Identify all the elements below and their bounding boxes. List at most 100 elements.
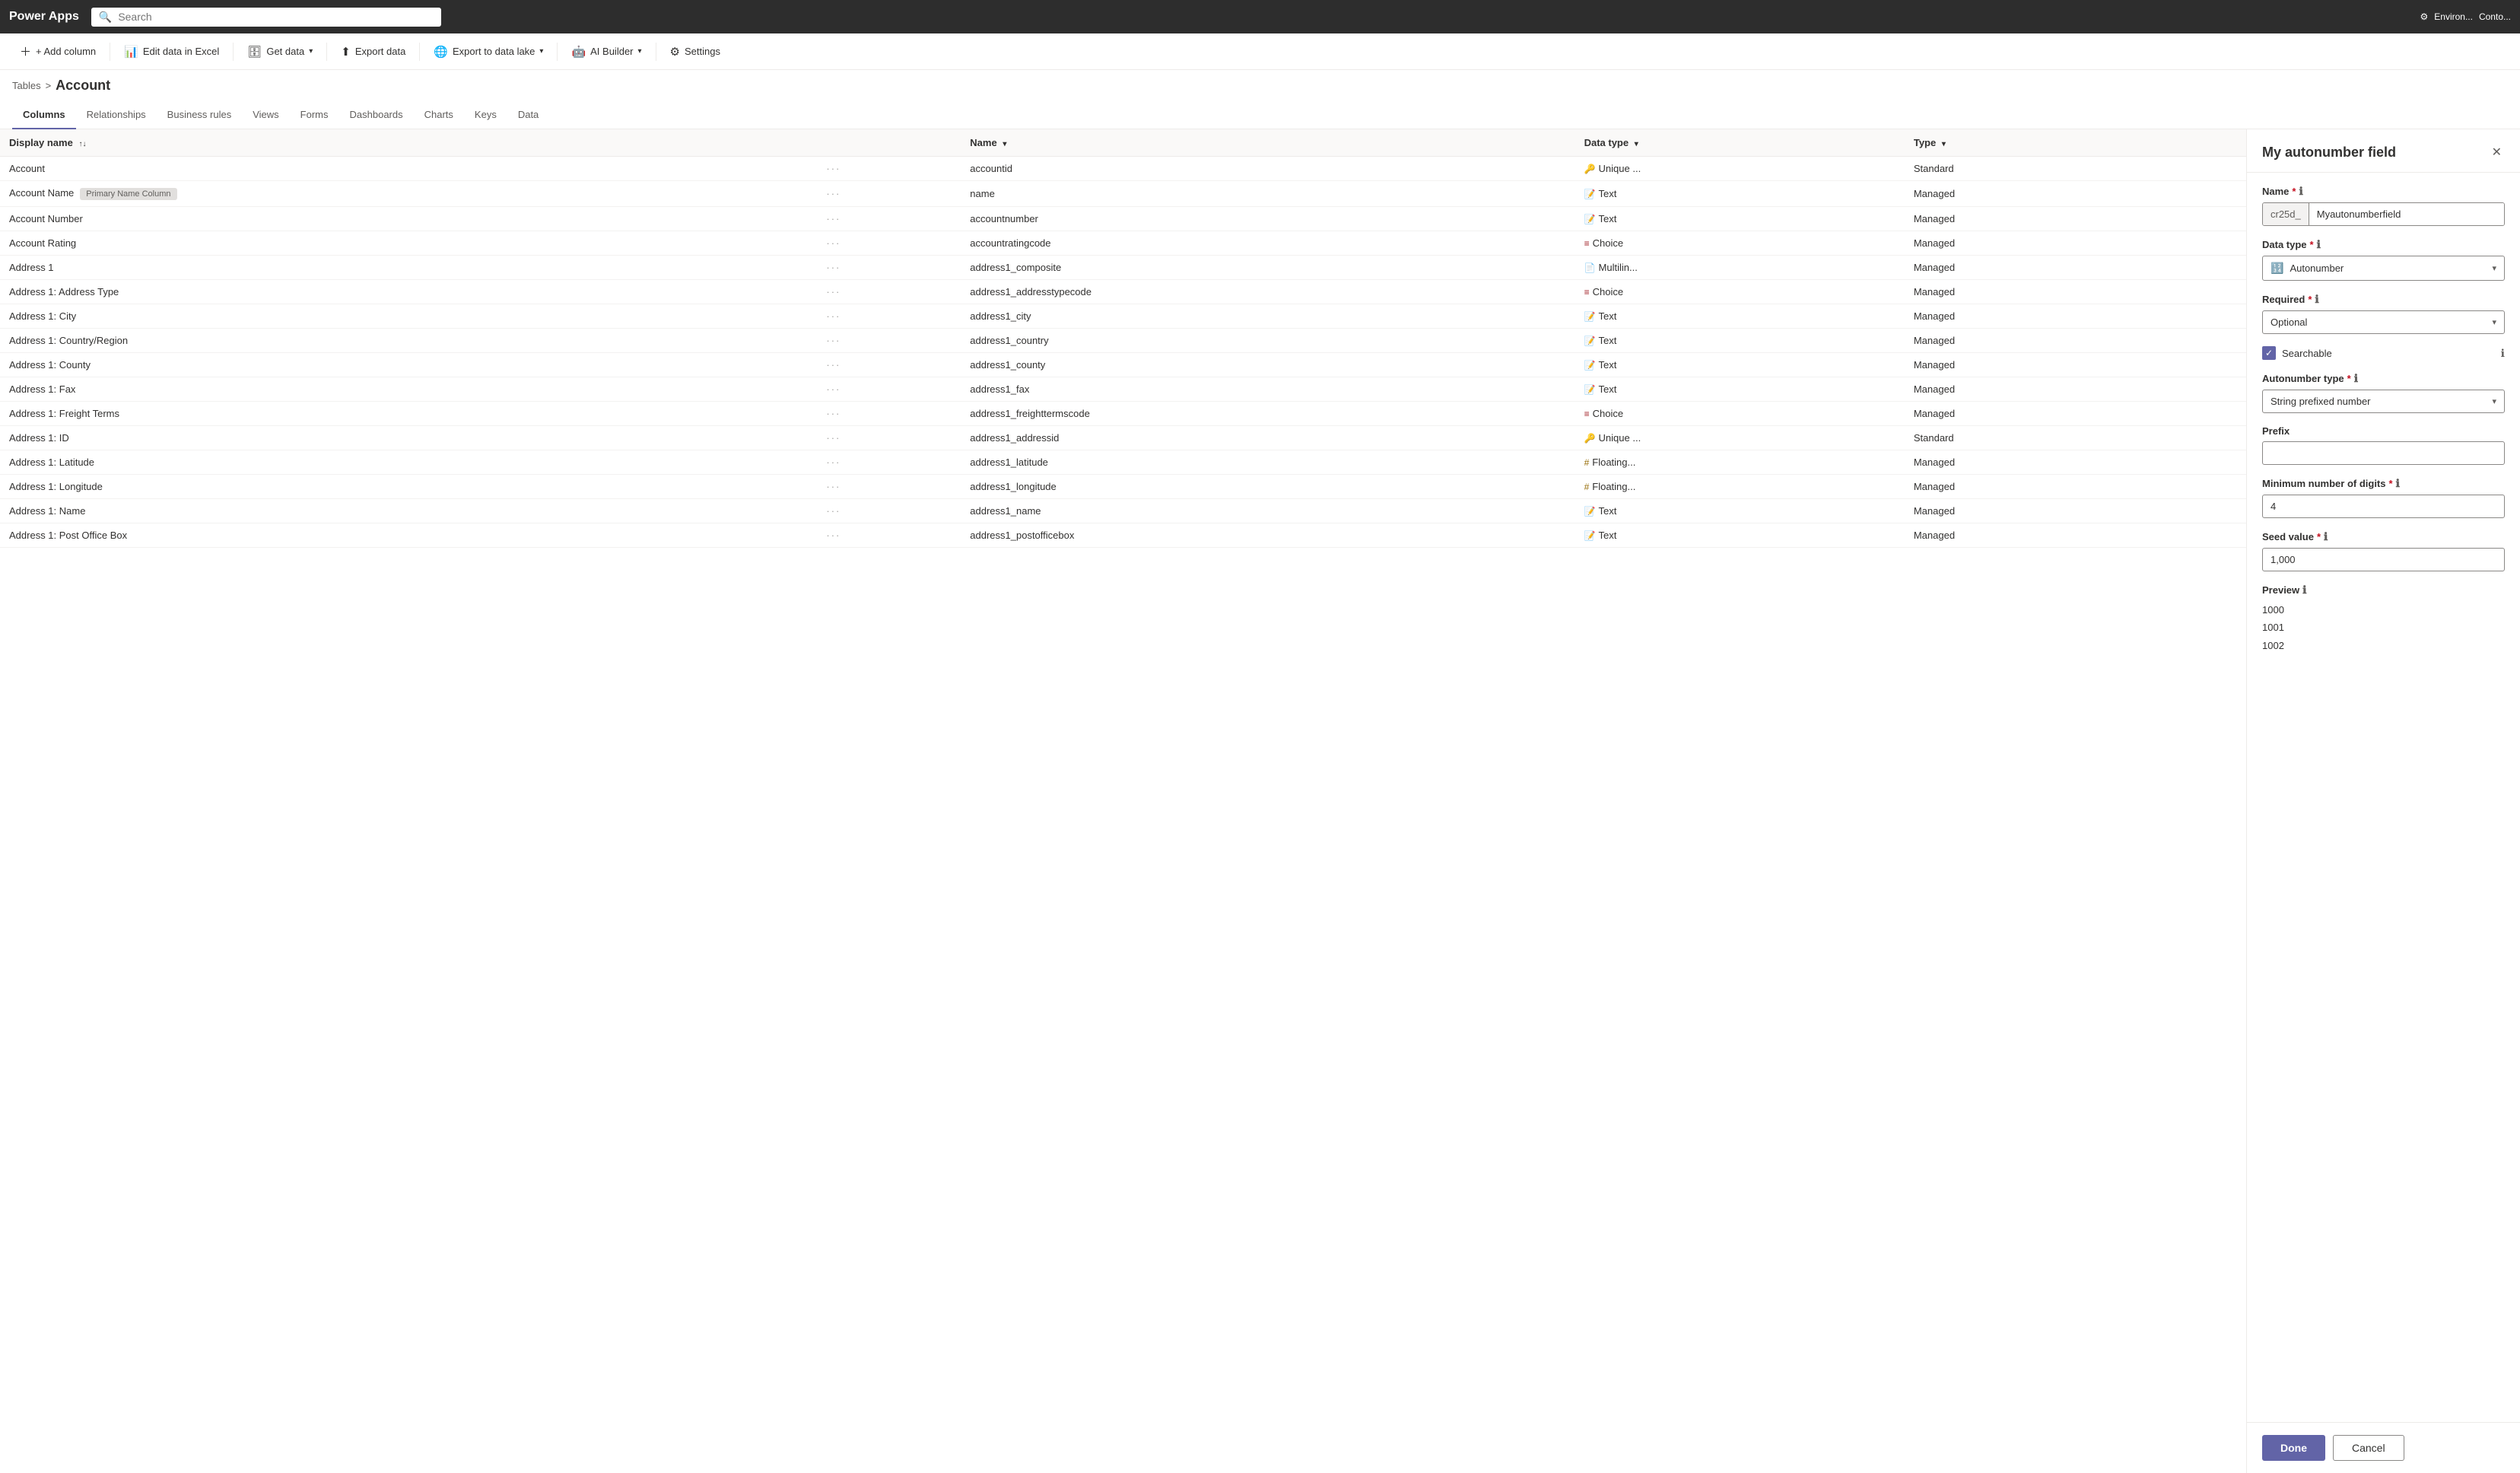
preview-info-icon[interactable]: ℹ: [2302, 584, 2306, 597]
table-row[interactable]: Address 1: Country/Region···address1_cou…: [0, 329, 2246, 353]
cell-type: Managed: [1905, 231, 2166, 256]
ai-chevron-icon: ▾: [638, 47, 642, 56]
table-row[interactable]: Address 1: Post Office Box···address1_po…: [0, 523, 2246, 548]
col-header-display-name[interactable]: Display name ↑↓: [0, 129, 817, 157]
cancel-button[interactable]: Cancel: [2333, 1435, 2404, 1461]
searchable-checkbox[interactable]: ✓: [2262, 346, 2276, 360]
preview-value-item: 1000: [2262, 601, 2505, 619]
tab-keys[interactable]: Keys: [464, 101, 507, 129]
cell-actions[interactable]: ···: [817, 426, 961, 450]
cell-display-name: Address 1: ID: [0, 426, 817, 450]
cell-actions[interactable]: ···: [817, 207, 961, 231]
autonumber-type-info-icon[interactable]: ℹ: [2354, 372, 2358, 385]
col-header-data-type[interactable]: Data type ▾: [1575, 129, 1905, 157]
required-info-icon[interactable]: ℹ: [2315, 293, 2318, 306]
cell-actions[interactable]: ···: [817, 304, 961, 329]
breadcrumb-tables-link[interactable]: Tables: [12, 80, 41, 91]
cell-extra: [2166, 499, 2246, 523]
toolbar: ＋ + Add column 📊 Edit data in Excel 🗄 Ge…: [0, 33, 2520, 70]
cell-actions[interactable]: ···: [817, 353, 961, 377]
search-input[interactable]: [118, 11, 434, 23]
export-data-button[interactable]: ⬆ Export data: [333, 40, 413, 63]
type-sort-icon: ▾: [1942, 140, 1946, 148]
cell-actions[interactable]: ···: [817, 450, 961, 475]
cell-display-name: Address 1: Name: [0, 499, 817, 523]
table-row[interactable]: Address 1: Latitude···address1_latitude#…: [0, 450, 2246, 475]
table-row[interactable]: Address 1: Fax···address1_fax📝TextManage…: [0, 377, 2246, 402]
edit-excel-button[interactable]: 📊 Edit data in Excel: [116, 40, 227, 63]
name-input[interactable]: [2309, 203, 2504, 225]
cell-actions[interactable]: ···: [817, 157, 961, 181]
prefix-input[interactable]: [2262, 441, 2505, 465]
cell-extra: [2166, 475, 2246, 499]
table-row[interactable]: Address 1: ID···address1_addressid🔑Uniqu…: [0, 426, 2246, 450]
data-type-select[interactable]: 🔢 Autonumber ▾: [2262, 256, 2505, 281]
tab-data[interactable]: Data: [507, 101, 549, 129]
min-digits-input[interactable]: [2262, 495, 2505, 518]
search-box[interactable]: 🔍: [91, 8, 441, 27]
export-lake-button[interactable]: 🌐 Export to data lake ▾: [426, 40, 551, 63]
get-data-button[interactable]: 🗄 Get data ▾: [240, 40, 320, 63]
cell-actions[interactable]: ···: [817, 499, 961, 523]
table-row[interactable]: Address 1: Longitude···address1_longitud…: [0, 475, 2246, 499]
table-row[interactable]: Address 1: Name···address1_name📝TextMana…: [0, 499, 2246, 523]
table-row[interactable]: Account Number···accountnumber📝TextManag…: [0, 207, 2246, 231]
table-row[interactable]: Address 1: County···address1_county📝Text…: [0, 353, 2246, 377]
tab-views[interactable]: Views: [242, 101, 289, 129]
table-row[interactable]: Address 1: Freight Terms···address1_frei…: [0, 402, 2246, 426]
tab-charts[interactable]: Charts: [414, 101, 464, 129]
table-row[interactable]: Account Rating···accountratingcode≡Choic…: [0, 231, 2246, 256]
cell-actions[interactable]: ···: [817, 475, 961, 499]
cell-actions[interactable]: ···: [817, 329, 961, 353]
done-button[interactable]: Done: [2262, 1435, 2325, 1461]
add-column-button[interactable]: ＋ + Add column: [12, 39, 103, 64]
data-type-info-icon[interactable]: ℹ: [2317, 238, 2321, 251]
cell-data-type: #Floating...: [1575, 450, 1905, 475]
seed-required: *: [2317, 531, 2321, 542]
cell-display-name: Account Rating: [0, 231, 817, 256]
data-type-icon: 📝: [1584, 530, 1596, 541]
col-header-name[interactable]: Name ▾: [961, 129, 1575, 157]
table-row[interactable]: Address 1: City···address1_city📝TextMana…: [0, 304, 2246, 329]
name-info-icon[interactable]: ℹ: [2299, 185, 2302, 198]
cell-actions[interactable]: ···: [817, 377, 961, 402]
searchable-info-icon[interactable]: ℹ: [2501, 347, 2505, 360]
data-type-icon: 📝: [1584, 214, 1596, 224]
cell-field-name: address1_county: [961, 353, 1575, 377]
cell-actions[interactable]: ···: [817, 280, 961, 304]
autonumber-type-chevron-icon: ▾: [2492, 396, 2496, 406]
autonumber-type-field-group: Autonumber type * ℹ String prefixed numb…: [2262, 372, 2505, 413]
app-logo: Power Apps: [9, 10, 79, 24]
cell-actions[interactable]: ···: [817, 256, 961, 280]
cell-actions[interactable]: ···: [817, 181, 961, 207]
cell-data-type: 📝Text: [1575, 329, 1905, 353]
cell-data-type: 📝Text: [1575, 181, 1905, 207]
searchable-row: ✓ Searchable ℹ: [2262, 346, 2505, 360]
cell-actions[interactable]: ···: [817, 402, 961, 426]
table-row[interactable]: Account···accountid🔑Unique ...Standard: [0, 157, 2246, 181]
table-row[interactable]: Account NamePrimary Name Column···name📝T…: [0, 181, 2246, 207]
cell-actions[interactable]: ···: [817, 231, 961, 256]
data-type-icon: #: [1584, 457, 1590, 468]
min-digits-info-icon[interactable]: ℹ: [2396, 477, 2400, 490]
required-select[interactable]: Optional ▾: [2262, 310, 2505, 334]
tab-business-rules[interactable]: Business rules: [157, 101, 243, 129]
cell-data-type: 📝Text: [1575, 353, 1905, 377]
tab-columns[interactable]: Columns: [12, 101, 76, 129]
autonumber-type-select[interactable]: String prefixed number ▾: [2262, 390, 2505, 413]
ai-builder-button[interactable]: 🤖 AI Builder ▾: [564, 40, 649, 63]
cell-data-type: #Floating...: [1575, 475, 1905, 499]
tab-forms[interactable]: Forms: [290, 101, 339, 129]
col-header-type[interactable]: Type ▾: [1905, 129, 2166, 157]
cell-type: Managed: [1905, 329, 2166, 353]
cell-field-name: accountid: [961, 157, 1575, 181]
seed-input[interactable]: [2262, 548, 2505, 571]
table-row[interactable]: Address 1: Address Type···address1_addre…: [0, 280, 2246, 304]
panel-close-button[interactable]: ✕: [2489, 142, 2505, 163]
tab-relationships[interactable]: Relationships: [76, 101, 157, 129]
cell-actions[interactable]: ···: [817, 523, 961, 548]
settings-button[interactable]: ⚙ Settings: [663, 40, 728, 63]
seed-info-icon[interactable]: ℹ: [2324, 530, 2328, 543]
table-row[interactable]: Address 1···address1_composite📄Multilin.…: [0, 256, 2246, 280]
tab-dashboards[interactable]: Dashboards: [339, 101, 414, 129]
